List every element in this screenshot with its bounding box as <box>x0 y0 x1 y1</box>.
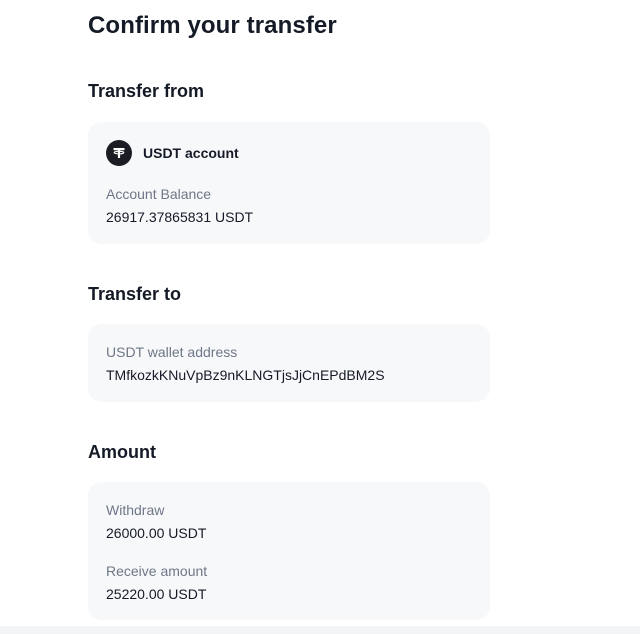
account-balance-value: 26917.37865831 USDT <box>106 209 254 225</box>
amount-heading: Amount <box>88 442 156 462</box>
wallet-address-value: TMfkozkKNuVpBz9nKLNGTjsJjCnEPdBM2S <box>106 367 385 383</box>
account-balance-label: Account Balance <box>106 186 212 202</box>
tether-icon <box>106 140 132 166</box>
transfer-to-heading: Transfer to <box>88 284 182 304</box>
receive-amount-label: Receive amount <box>106 563 208 579</box>
bottom-divider <box>0 626 640 634</box>
transfer-to-card: USDT wallet address TMfkozkKNuVpBz9nKLNG… <box>88 324 490 402</box>
amount-card: Withdraw 26000.00 USDT Receive amount 25… <box>88 482 490 620</box>
withdraw-value: 26000.00 USDT <box>106 525 207 541</box>
receive-amount-value: 25220.00 USDT <box>106 586 207 602</box>
transfer-from-heading: Transfer from <box>88 81 205 101</box>
withdraw-label: Withdraw <box>106 502 165 518</box>
wallet-address-label: USDT wallet address <box>106 344 238 360</box>
account-row: USDT account <box>106 140 239 166</box>
page-title: Confirm your transfer <box>88 12 337 39</box>
account-name: USDT account <box>143 145 239 161</box>
transfer-from-card: USDT account Account Balance 26917.37865… <box>88 122 490 244</box>
